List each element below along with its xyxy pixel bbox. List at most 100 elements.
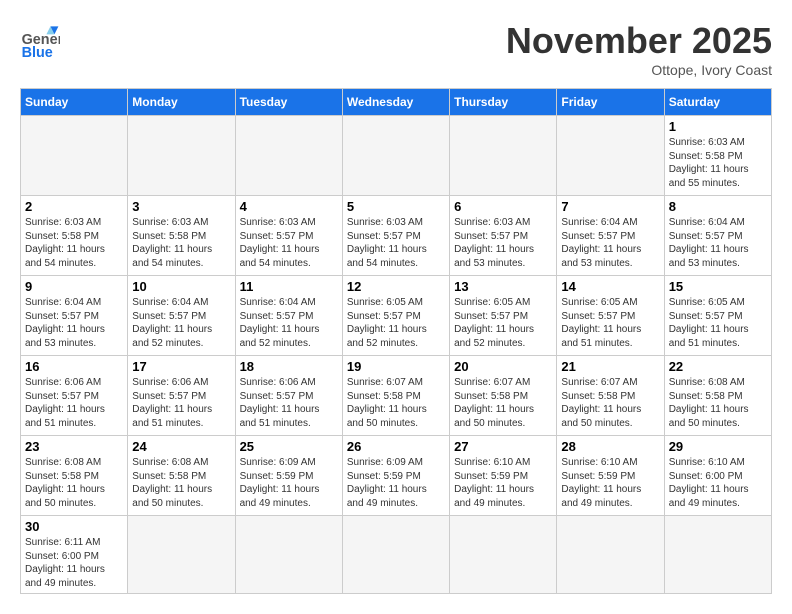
table-row [342, 116, 449, 196]
table-row [128, 516, 235, 594]
day-number: 7 [561, 199, 659, 214]
table-row: 7 Sunrise: 6:04 AM Sunset: 5:57 PM Daylig… [557, 196, 664, 276]
svg-text:Blue: Blue [22, 45, 53, 60]
day-info: Sunrise: 6:03 AM Sunset: 5:57 PM Dayligh… [347, 216, 445, 270]
day-info: Sunrise: 6:04 AM Sunset: 5:57 PM Dayligh… [25, 296, 123, 350]
day-number: 20 [454, 359, 552, 374]
day-info: Sunrise: 6:06 AM Sunset: 5:57 PM Dayligh… [240, 376, 338, 430]
day-number: 26 [347, 439, 445, 454]
day-number: 6 [454, 199, 552, 214]
day-number: 23 [25, 439, 123, 454]
table-row [235, 516, 342, 594]
day-info: Sunrise: 6:09 AM Sunset: 5:59 PM Dayligh… [240, 456, 338, 510]
logo-icon: General Blue [20, 20, 60, 60]
table-row: 13Sunrise: 6:05 AM Sunset: 5:57 PM Dayli… [450, 276, 557, 356]
table-row: 6 Sunrise: 6:03 AM Sunset: 5:57 PM Daylig… [450, 196, 557, 276]
day-info: Sunrise: 6:05 AM Sunset: 5:57 PM Dayligh… [561, 296, 659, 350]
day-info: Sunrise: 6:08 AM Sunset: 5:58 PM Dayligh… [132, 456, 230, 510]
table-row: 21Sunrise: 6:07 AM Sunset: 5:58 PM Dayli… [557, 356, 664, 436]
table-row: 9 Sunrise: 6:04 AM Sunset: 5:57 PM Daylig… [21, 276, 128, 356]
table-row: 4Sunrise: 6:03 AM Sunset: 5:57 PM Daylig… [235, 196, 342, 276]
day-info: Sunrise: 6:03 AM Sunset: 5:58 PM Dayligh… [25, 216, 123, 270]
calendar-header-row: Sunday Monday Tuesday Wednesday Thursday… [21, 89, 772, 116]
day-info: Sunrise: 6:05 AM Sunset: 5:57 PM Dayligh… [669, 296, 767, 350]
day-number: 15 [669, 279, 767, 294]
table-row [21, 116, 128, 196]
day-info: Sunrise: 6:10 AM Sunset: 6:00 PM Dayligh… [669, 456, 767, 510]
day-number: 22 [669, 359, 767, 374]
table-row: 16 Sunrise: 6:06 AM Sunset: 5:57 PM Dayli… [21, 356, 128, 436]
day-info: Sunrise: 6:05 AM Sunset: 5:57 PM Dayligh… [347, 296, 445, 350]
table-row [450, 516, 557, 594]
page-header: General Blue November 2025 Ottope, Ivory… [20, 20, 772, 78]
table-row: 10Sunrise: 6:04 AM Sunset: 5:57 PM Dayli… [128, 276, 235, 356]
table-row: 1 Sunrise: 6:03 AM Sunset: 5:58 PM Daylig… [664, 116, 771, 196]
day-number: 14 [561, 279, 659, 294]
table-row: 27 Sunrise: 6:10 AM Sunset: 5:59 PM Dayli… [450, 436, 557, 516]
day-number: 28 [561, 439, 659, 454]
table-row: 23 Sunrise: 6:08 AM Sunset: 5:58 PM Dayli… [21, 436, 128, 516]
table-row: 2Sunrise: 6:03 AM Sunset: 5:58 PM Daylig… [21, 196, 128, 276]
day-info: Sunrise: 6:03 AM Sunset: 5:58 PM Dayligh… [132, 216, 230, 270]
day-number: 11 [240, 279, 338, 294]
day-number: 19 [347, 359, 445, 374]
table-row [342, 516, 449, 594]
table-row: 5 Sunrise: 6:03 AM Sunset: 5:57 PM Daylig… [342, 196, 449, 276]
table-row: 26 Sunrise: 6:09 AM Sunset: 5:59 PM Dayli… [342, 436, 449, 516]
day-number: 30 [25, 519, 123, 534]
day-number: 3 [132, 199, 230, 214]
day-number: 5 [347, 199, 445, 214]
table-row: 29Sunrise: 6:10 AM Sunset: 6:00 PM Dayli… [664, 436, 771, 516]
table-row: 12Sunrise: 6:05 AM Sunset: 5:57 PM Dayli… [342, 276, 449, 356]
table-row: 15 Sunrise: 6:05 AM Sunset: 5:57 PM Dayli… [664, 276, 771, 356]
day-number: 24 [132, 439, 230, 454]
calendar-table: Sunday Monday Tuesday Wednesday Thursday… [20, 88, 772, 594]
col-friday: Friday [557, 89, 664, 116]
table-row: 11 Sunrise: 6:04 AM Sunset: 5:57 PM Dayli… [235, 276, 342, 356]
day-number: 27 [454, 439, 552, 454]
day-info: Sunrise: 6:04 AM Sunset: 5:57 PM Dayligh… [132, 296, 230, 350]
table-row: 22Sunrise: 6:08 AM Sunset: 5:58 PM Dayli… [664, 356, 771, 436]
day-number: 16 [25, 359, 123, 374]
day-number: 1 [669, 119, 767, 134]
table-row [450, 116, 557, 196]
col-saturday: Saturday [664, 89, 771, 116]
table-row [664, 516, 771, 594]
table-row: 20 Sunrise: 6:07 AM Sunset: 5:58 PM Dayli… [450, 356, 557, 436]
day-info: Sunrise: 6:10 AM Sunset: 5:59 PM Dayligh… [454, 456, 552, 510]
day-number: 25 [240, 439, 338, 454]
logo: General Blue [20, 20, 60, 60]
day-number: 4 [240, 199, 338, 214]
table-row [128, 116, 235, 196]
day-number: 9 [25, 279, 123, 294]
day-info: Sunrise: 6:03 AM Sunset: 5:58 PM Dayligh… [669, 136, 767, 190]
day-number: 21 [561, 359, 659, 374]
col-tuesday: Tuesday [235, 89, 342, 116]
day-info: Sunrise: 6:08 AM Sunset: 5:58 PM Dayligh… [25, 456, 123, 510]
title-block: November 2025 Ottope, Ivory Coast [506, 20, 772, 78]
table-row: 17Sunrise: 6:06 AM Sunset: 5:57 PM Dayli… [128, 356, 235, 436]
day-info: Sunrise: 6:04 AM Sunset: 5:57 PM Dayligh… [561, 216, 659, 270]
table-row: 8Sunrise: 6:04 AM Sunset: 5:57 PM Daylig… [664, 196, 771, 276]
table-row [557, 516, 664, 594]
col-monday: Monday [128, 89, 235, 116]
day-info: Sunrise: 6:04 AM Sunset: 5:57 PM Dayligh… [240, 296, 338, 350]
day-info: Sunrise: 6:07 AM Sunset: 5:58 PM Dayligh… [454, 376, 552, 430]
day-info: Sunrise: 6:06 AM Sunset: 5:57 PM Dayligh… [132, 376, 230, 430]
table-row: 3 Sunrise: 6:03 AM Sunset: 5:58 PM Daylig… [128, 196, 235, 276]
table-row: 19Sunrise: 6:07 AM Sunset: 5:58 PM Dayli… [342, 356, 449, 436]
day-info: Sunrise: 6:04 AM Sunset: 5:57 PM Dayligh… [669, 216, 767, 270]
day-info: Sunrise: 6:10 AM Sunset: 5:59 PM Dayligh… [561, 456, 659, 510]
table-row: 25 Sunrise: 6:09 AM Sunset: 5:59 PM Dayli… [235, 436, 342, 516]
table-row: 28 Sunrise: 6:10 AM Sunset: 5:59 PM Dayli… [557, 436, 664, 516]
location: Ottope, Ivory Coast [506, 62, 772, 78]
day-info: Sunrise: 6:11 AM Sunset: 6:00 PM Dayligh… [25, 536, 123, 590]
day-info: Sunrise: 6:09 AM Sunset: 5:59 PM Dayligh… [347, 456, 445, 510]
day-info: Sunrise: 6:06 AM Sunset: 5:57 PM Dayligh… [25, 376, 123, 430]
col-sunday: Sunday [21, 89, 128, 116]
day-number: 18 [240, 359, 338, 374]
day-info: Sunrise: 6:03 AM Sunset: 5:57 PM Dayligh… [454, 216, 552, 270]
col-wednesday: Wednesday [342, 89, 449, 116]
table-row [235, 116, 342, 196]
day-number: 13 [454, 279, 552, 294]
